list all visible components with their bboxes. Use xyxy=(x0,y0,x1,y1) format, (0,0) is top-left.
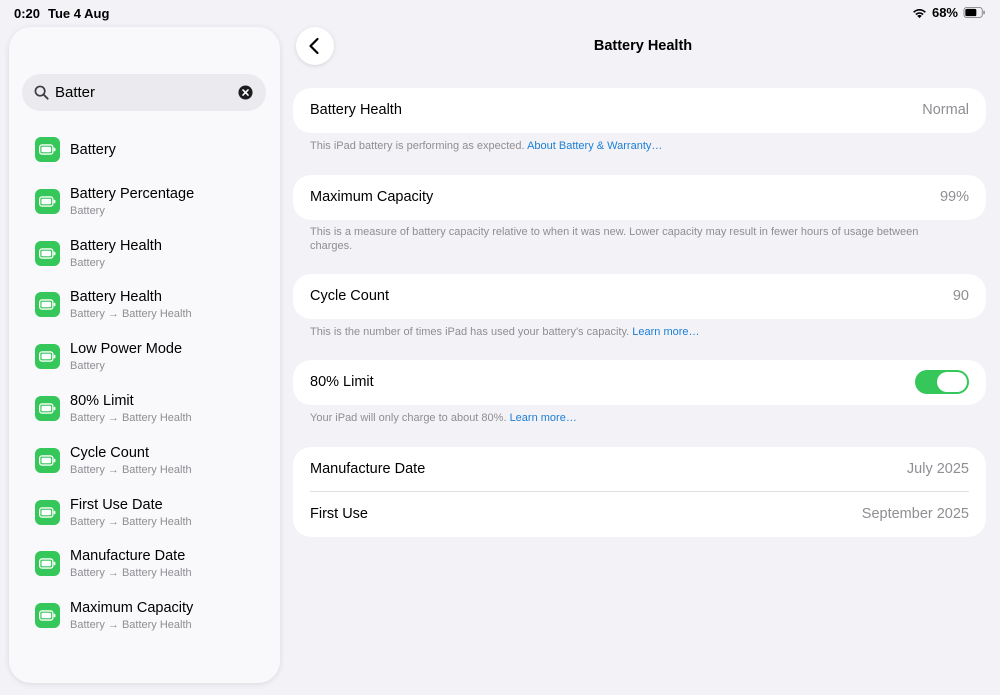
battery-health-label: Battery Health xyxy=(310,102,402,118)
about-battery-warranty-link[interactable]: About Battery & Warranty… xyxy=(527,140,662,152)
sidebar: Battery Battery Percentage Battery Batte… xyxy=(9,27,280,683)
battery-icon xyxy=(35,188,60,214)
search-result-path: Battery → Battery Health xyxy=(70,411,192,424)
limit-80-row: 80% Limit xyxy=(293,360,986,405)
search-result-title: Cycle Count xyxy=(70,444,149,461)
search-result-title: First Use Date xyxy=(70,496,163,513)
battery-icon xyxy=(35,292,60,318)
cycle-count-note: This is the number of times iPad has use… xyxy=(310,325,930,339)
first-use-label: First Use xyxy=(310,506,368,522)
search-result-title: Battery Health xyxy=(70,237,162,254)
maximum-capacity-value: 99% xyxy=(939,189,969,205)
manufacture-date-value: July 2025 xyxy=(906,461,969,477)
manufacture-date-row: Manufacture Date July 2025 xyxy=(293,447,986,492)
search-results: Battery Battery Percentage Battery Batte… xyxy=(9,124,280,642)
battery-percent: 68% xyxy=(931,5,958,20)
cycle-count-row: Cycle Count 90 xyxy=(293,274,986,319)
search-result-title: Battery xyxy=(70,142,116,158)
toggle-knob xyxy=(937,372,967,392)
battery-icon xyxy=(35,395,60,421)
search-input[interactable] xyxy=(55,74,225,111)
search-result-item[interactable]: Manufacture Date Battery → Battery Healt… xyxy=(9,538,280,590)
cycle-count-note-text: This is the number of times iPad has use… xyxy=(310,326,630,338)
search-result-path: Battery xyxy=(70,360,105,373)
battery-icon xyxy=(35,344,60,370)
cycle-count-card: Cycle Count 90 xyxy=(293,274,986,319)
limit-80-note-text: Your iPad will only charge to about 80%. xyxy=(310,412,507,424)
limit-80-card: 80% Limit xyxy=(293,360,986,405)
first-use-row: First Use September 2025 xyxy=(293,492,986,537)
search-bar[interactable] xyxy=(22,74,266,111)
manufacture-date-label: Manufacture Date xyxy=(310,461,426,477)
battery-icon xyxy=(35,499,60,525)
search-result-item[interactable]: Maximum Capacity Battery → Battery Healt… xyxy=(9,590,280,642)
battery-icon xyxy=(35,603,60,629)
status-time: 0:20 xyxy=(14,6,41,21)
search-result-title: Maximum Capacity xyxy=(70,600,194,617)
battery-status-icon xyxy=(963,7,985,18)
battery-health-note: This iPad battery is performing as expec… xyxy=(310,139,930,153)
search-result-item[interactable]: First Use Date Battery → Battery Health xyxy=(9,487,280,539)
search-result-path: Battery → Battery Health xyxy=(70,308,192,321)
search-result-title: Battery Health xyxy=(70,289,162,306)
battery-health-row: Battery Health Normal xyxy=(293,88,986,133)
search-result-path: Battery → Battery Health xyxy=(70,515,192,528)
limit-80-toggle[interactable] xyxy=(915,370,969,394)
wifi-icon xyxy=(913,8,926,18)
search-result-path: Battery xyxy=(70,204,105,217)
search-result-title: Battery Percentage xyxy=(70,185,195,202)
cycle-count-learn-more-link[interactable]: Learn more… xyxy=(632,326,699,338)
search-result-path: Battery → Battery Health xyxy=(70,619,192,632)
search-result-item[interactable]: Low Power Mode Battery xyxy=(9,331,280,383)
search-result-path: Battery xyxy=(70,256,105,269)
search-result-path: Battery → Battery Health xyxy=(70,567,192,580)
battery-icon xyxy=(35,240,60,266)
search-result-item[interactable]: Battery Percentage Battery xyxy=(9,176,280,228)
page-title: Battery Health xyxy=(593,38,693,54)
dates-card: Manufacture Date July 2025 First Use Sep… xyxy=(293,447,986,537)
search-result-title: 80% Limit xyxy=(70,392,134,409)
clear-search-icon[interactable] xyxy=(238,85,253,100)
status-bar: 0:20 Tue 4 Aug 68% xyxy=(0,0,1000,26)
first-use-value: September 2025 xyxy=(861,506,969,522)
search-result-title: Low Power Mode xyxy=(70,341,183,358)
limit-80-learn-more-link[interactable]: Learn more… xyxy=(510,412,577,424)
maximum-capacity-note: This is a measure of battery capacity re… xyxy=(310,226,919,252)
battery-health-value: Normal xyxy=(922,102,969,118)
search-result-item[interactable]: 80% Limit Battery → Battery Health xyxy=(9,383,280,435)
battery-icon xyxy=(35,137,60,162)
search-result-title: Manufacture Date xyxy=(70,548,186,565)
status-date: Tue 4 Aug xyxy=(48,6,110,21)
search-result-item[interactable]: Cycle Count Battery → Battery Health xyxy=(9,435,280,487)
maximum-capacity-row: Maximum Capacity 99% xyxy=(293,175,986,220)
battery-icon xyxy=(35,447,60,473)
battery-icon xyxy=(35,551,60,577)
search-icon xyxy=(34,85,49,100)
search-result-item[interactable]: Battery Health Battery → Battery Health xyxy=(9,279,280,331)
maximum-capacity-label: Maximum Capacity xyxy=(310,189,434,205)
cycle-count-label: Cycle Count xyxy=(310,288,389,304)
cycle-count-value: 90 xyxy=(952,288,969,304)
detail-pane: Battery Health Battery Health Normal Thi… xyxy=(293,27,986,687)
maximum-capacity-card: Maximum Capacity 99% xyxy=(293,175,986,220)
battery-health-card: Battery Health Normal xyxy=(293,88,986,133)
status-indicators: 68% xyxy=(912,5,986,20)
battery-health-note-text: This iPad battery is performing as expec… xyxy=(310,140,525,152)
limit-80-note: Your iPad will only charge to about 80%.… xyxy=(310,411,930,425)
search-result-item[interactable]: Battery xyxy=(9,124,280,176)
search-result-item[interactable]: Battery Health Battery xyxy=(9,228,280,280)
limit-80-label: 80% Limit xyxy=(310,374,374,390)
search-result-path: Battery → Battery Health xyxy=(70,463,192,476)
